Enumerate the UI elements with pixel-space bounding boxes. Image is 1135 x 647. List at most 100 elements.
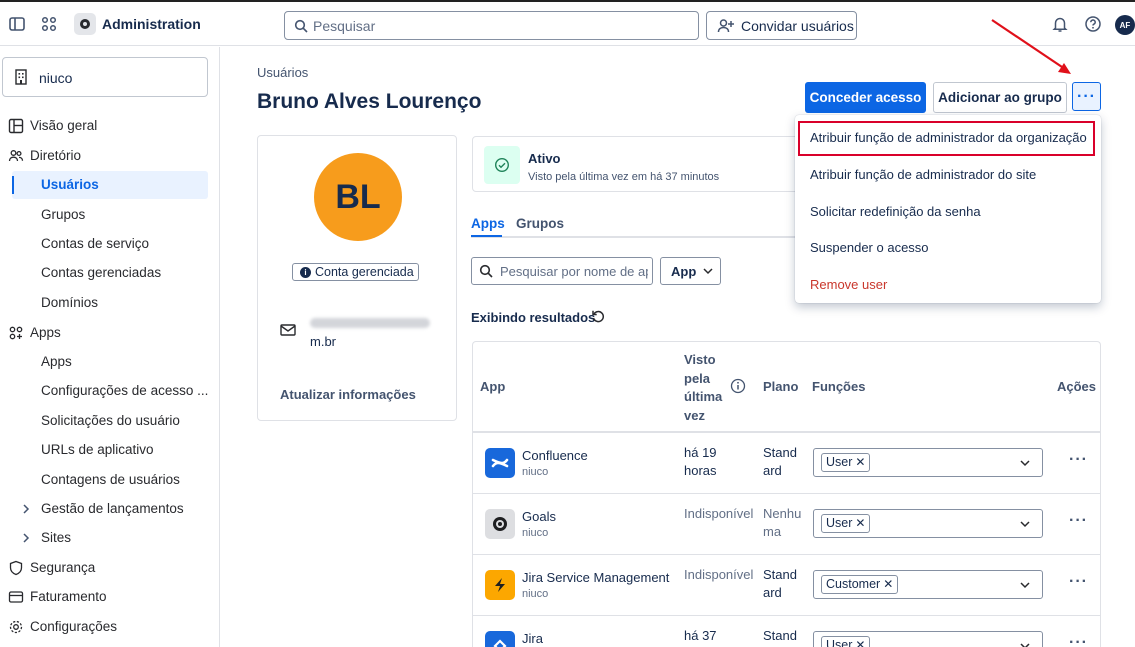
more-actions-button[interactable]: ··· [1072, 82, 1101, 111]
grant-access-button[interactable]: Conceder acesso [805, 82, 926, 113]
sidebar-item-billing[interactable]: Faturamento [0, 583, 208, 611]
profile-card: BL i Conta gerenciada m.br Atualizar inf… [257, 135, 457, 421]
info-icon[interactable] [730, 378, 746, 394]
menu-item-assign-org-admin[interactable]: Atribuir função de administrador da orga… [810, 130, 1087, 145]
sidebar-item-settings[interactable]: Configurações [0, 613, 208, 641]
people-icon [8, 150, 24, 162]
add-to-group-button[interactable]: Adicionar ao grupo [933, 82, 1067, 113]
app-name[interactable]: Jira [522, 631, 543, 646]
sidebar-item-apps[interactable]: Apps [0, 348, 208, 376]
col-header-roles[interactable]: Funções [812, 379, 865, 394]
update-info-link[interactable]: Atualizar informações [280, 387, 416, 402]
chevron-down-icon [1020, 643, 1030, 647]
sidebar-item-user-requests[interactable]: Solicitações do usuário [0, 407, 208, 435]
apps-icon [9, 326, 23, 340]
refresh-icon[interactable] [591, 309, 606, 324]
sidebar-item-label: Contagens de usuários [41, 472, 180, 487]
chevron-down-icon [1020, 460, 1030, 467]
role-select[interactable]: Customer ✕ [813, 570, 1043, 599]
info-icon: i [300, 267, 311, 278]
sidebar-item-sites[interactable]: Sites [0, 524, 208, 552]
sidebar-item-label: Gestão de lançamentos [41, 501, 184, 516]
role-select[interactable]: User ✕ [813, 631, 1043, 647]
role-tag: User ✕ [821, 514, 871, 533]
tab-groups[interactable]: Grupos [516, 216, 564, 231]
sidebar-item-user-counts[interactable]: Contagens de usuários [0, 466, 208, 494]
remove-tag-icon[interactable]: ✕ [855, 638, 865, 647]
col-header-last-seen-line: Visto [684, 352, 716, 367]
sidebar-item-users[interactable]: Usuários [12, 171, 208, 199]
remove-tag-icon[interactable]: ✕ [883, 577, 893, 591]
tab-apps[interactable]: Apps [471, 216, 505, 231]
app-name[interactable]: Confluence [522, 448, 588, 463]
sidebar-toggle-icon[interactable] [8, 15, 26, 33]
app-name[interactable]: Goals [522, 509, 556, 524]
app-name[interactable]: Jira Service Management [522, 570, 669, 585]
last-seen: Indisponível [684, 567, 754, 582]
sidebar-item-label: Contas gerenciadas [41, 265, 162, 280]
menu-item-remove-user[interactable]: Remove user [810, 277, 887, 292]
org-selector[interactable]: niuco [2, 57, 208, 97]
help-icon[interactable] [1084, 15, 1102, 33]
sidebar-item-label: Diretório [30, 148, 82, 163]
col-header-app[interactable]: App [480, 379, 505, 394]
invite-users-button[interactable]: Convidar usuários [706, 11, 857, 40]
apps-table: App Visto pela última vez Plano Funções … [472, 341, 1101, 647]
sidebar-item-release-management[interactable]: Gestão de lançamentos [0, 495, 208, 523]
app-site: niuco [522, 527, 549, 539]
role-tag-label: Customer [826, 577, 881, 591]
sidebar-item-app-urls[interactable]: URLs de aplicativo [0, 436, 208, 464]
row-actions-button[interactable]: ··· [1069, 451, 1088, 469]
sidebar-item-access-settings[interactable]: Configurações de acesso ... [0, 377, 208, 405]
breadcrumb[interactable]: Usuários [257, 65, 308, 80]
remove-tag-icon[interactable]: ✕ [855, 516, 865, 530]
active-tab-indicator [471, 235, 502, 237]
row-actions-button[interactable]: ··· [1069, 634, 1088, 647]
search-icon [294, 19, 308, 33]
plan: Standard [763, 445, 797, 478]
col-header-last-seen-line: pela [684, 370, 711, 386]
sidebar-item-label: Apps [41, 354, 72, 369]
plan: Stand [763, 628, 797, 643]
col-header-last-seen[interactable]: Visto pela última vez [684, 351, 722, 425]
menu-item-suspend-access[interactable]: Suspender o acesso [810, 240, 929, 255]
col-header-plan[interactable]: Plano [763, 379, 798, 394]
user-avatar[interactable]: AF [1115, 15, 1135, 35]
search-placeholder: Pesquisar [313, 18, 376, 34]
profile-avatar: BL [314, 153, 402, 241]
remove-tag-icon[interactable]: ✕ [855, 455, 865, 469]
sidebar-item-managed-accounts[interactable]: Contas gerenciadas [0, 259, 208, 287]
row-actions-button[interactable]: ··· [1069, 573, 1088, 591]
status-subtitle: Visto pela última vez em há 37 minutos [528, 171, 720, 183]
app-switcher-icon[interactable] [40, 15, 58, 33]
sidebar-item-directory[interactable]: Diretório [0, 142, 208, 170]
jsm-icon [485, 570, 515, 600]
sidebar-item-groups[interactable]: Grupos [0, 201, 208, 229]
sidebar-item-label: Usuários [41, 177, 99, 192]
role-select[interactable]: User ✕ [813, 448, 1043, 477]
sidebar-item-label: Segurança [30, 560, 96, 575]
sidebar-item-apps-section[interactable]: Apps [0, 319, 208, 347]
app-filter-dropdown[interactable]: App [660, 257, 721, 285]
app-search-input[interactable]: Pesquisar por nome de app [471, 257, 653, 285]
app-filter-label: App [671, 264, 697, 279]
role-tag-label: User [826, 455, 853, 469]
menu-item-assign-site-admin[interactable]: Atribuir função de administrador do site [810, 167, 1036, 182]
last-seen: há 37 [684, 628, 717, 643]
sidebar-item-overview[interactable]: Visão geral [0, 112, 208, 140]
sidebar-item-label: URLs de aplicativo [41, 442, 154, 457]
chevron-down-icon [1020, 582, 1030, 589]
row-actions-button[interactable]: ··· [1069, 512, 1088, 530]
sidebar-item-service-accounts[interactable]: Contas de serviço [0, 230, 208, 258]
sidebar-item-security[interactable]: Segurança [0, 554, 208, 582]
sidebar-item-label: Solicitações do usuário [41, 413, 180, 428]
sidebar-item-domains[interactable]: Domínios [0, 289, 208, 317]
top-bar: Administration Pesquisar Convidar usuári… [0, 0, 1135, 46]
table-row: Confluence niuco há 19 horas Standard Us… [473, 433, 1100, 494]
chevron-right-icon [23, 504, 30, 514]
menu-item-reset-password[interactable]: Solicitar redefinição da senha [810, 204, 981, 219]
global-search-input[interactable]: Pesquisar [284, 11, 699, 40]
app-title[interactable]: Administration [102, 16, 201, 32]
mail-icon [280, 324, 296, 336]
role-select[interactable]: User ✕ [813, 509, 1043, 538]
